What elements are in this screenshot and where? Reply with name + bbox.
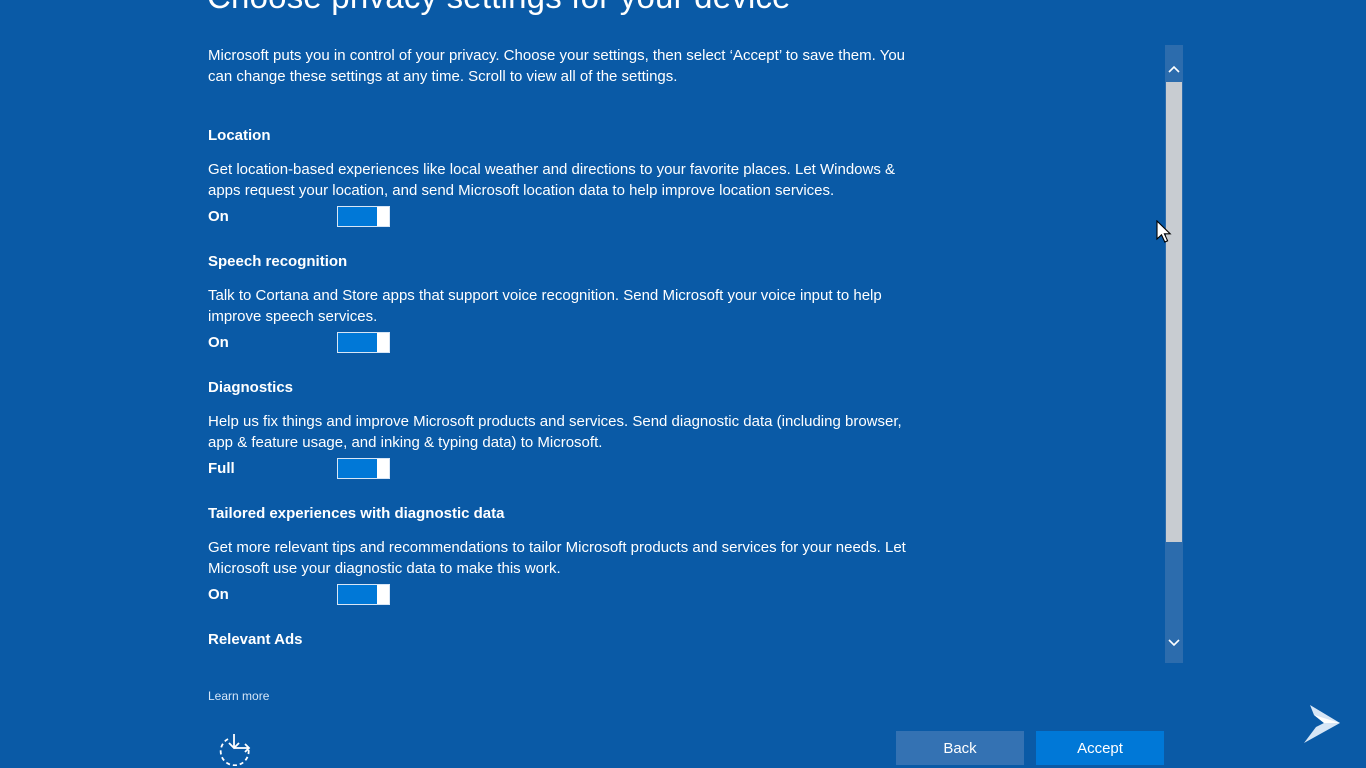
toggle-knob [377,459,389,478]
intro-text: Microsoft puts you in control of your pr… [208,47,906,85]
settings-scrollbar[interactable] [1165,45,1183,663]
tailored-experiences-description: Get more relevant tips and recommendatio… [208,539,906,577]
location-title: Location [208,127,271,144]
speech-recognition-toggle-state: On [208,334,229,351]
speech-recognition-description: Talk to Cortana and Store apps that supp… [208,287,882,325]
toggle-knob [377,207,389,226]
scroll-thumb[interactable] [1166,82,1182,542]
tailored-experiences-toggle-state: On [208,586,229,603]
location-description: Get location-based experiences like loca… [208,161,896,199]
back-button[interactable]: Back [896,731,1024,765]
scroll-up-button[interactable] [1165,45,1183,81]
ease-of-access-icon[interactable] [215,730,253,766]
accept-button[interactable]: Accept [1036,731,1164,765]
mouse-cursor-icon [1156,220,1172,243]
chevron-up-icon [1168,65,1180,73]
relevant-ads-title: Relevant Ads [208,631,303,648]
page-title: Choose privacy settings for your device [207,0,791,16]
location-toggle-state: On [208,208,229,225]
toggle-knob [377,585,389,604]
speech-recognition-title: Speech recognition [208,253,348,270]
toggle-knob [377,333,389,352]
diagnostics-title: Diagnostics [208,379,294,396]
speech-recognition-toggle[interactable] [337,332,390,353]
tailored-experiences-title: Tailored experiences with diagnostic dat… [208,505,505,522]
tailored-experiences-toggle[interactable] [337,584,390,605]
scroll-down-button[interactable] [1165,627,1183,663]
diagnostics-description: Help us fix things and improve Microsoft… [208,413,902,451]
diagnostics-toggle-state: Full [208,460,235,477]
diagnostics-toggle[interactable] [337,458,390,479]
oobe-privacy-screen: Choose privacy settings for your device … [0,0,1366,768]
chevron-right-icon [1304,705,1340,743]
chevron-down-icon [1168,639,1180,647]
learn-more-link[interactable]: Learn more [208,689,269,703]
location-toggle[interactable] [337,206,390,227]
